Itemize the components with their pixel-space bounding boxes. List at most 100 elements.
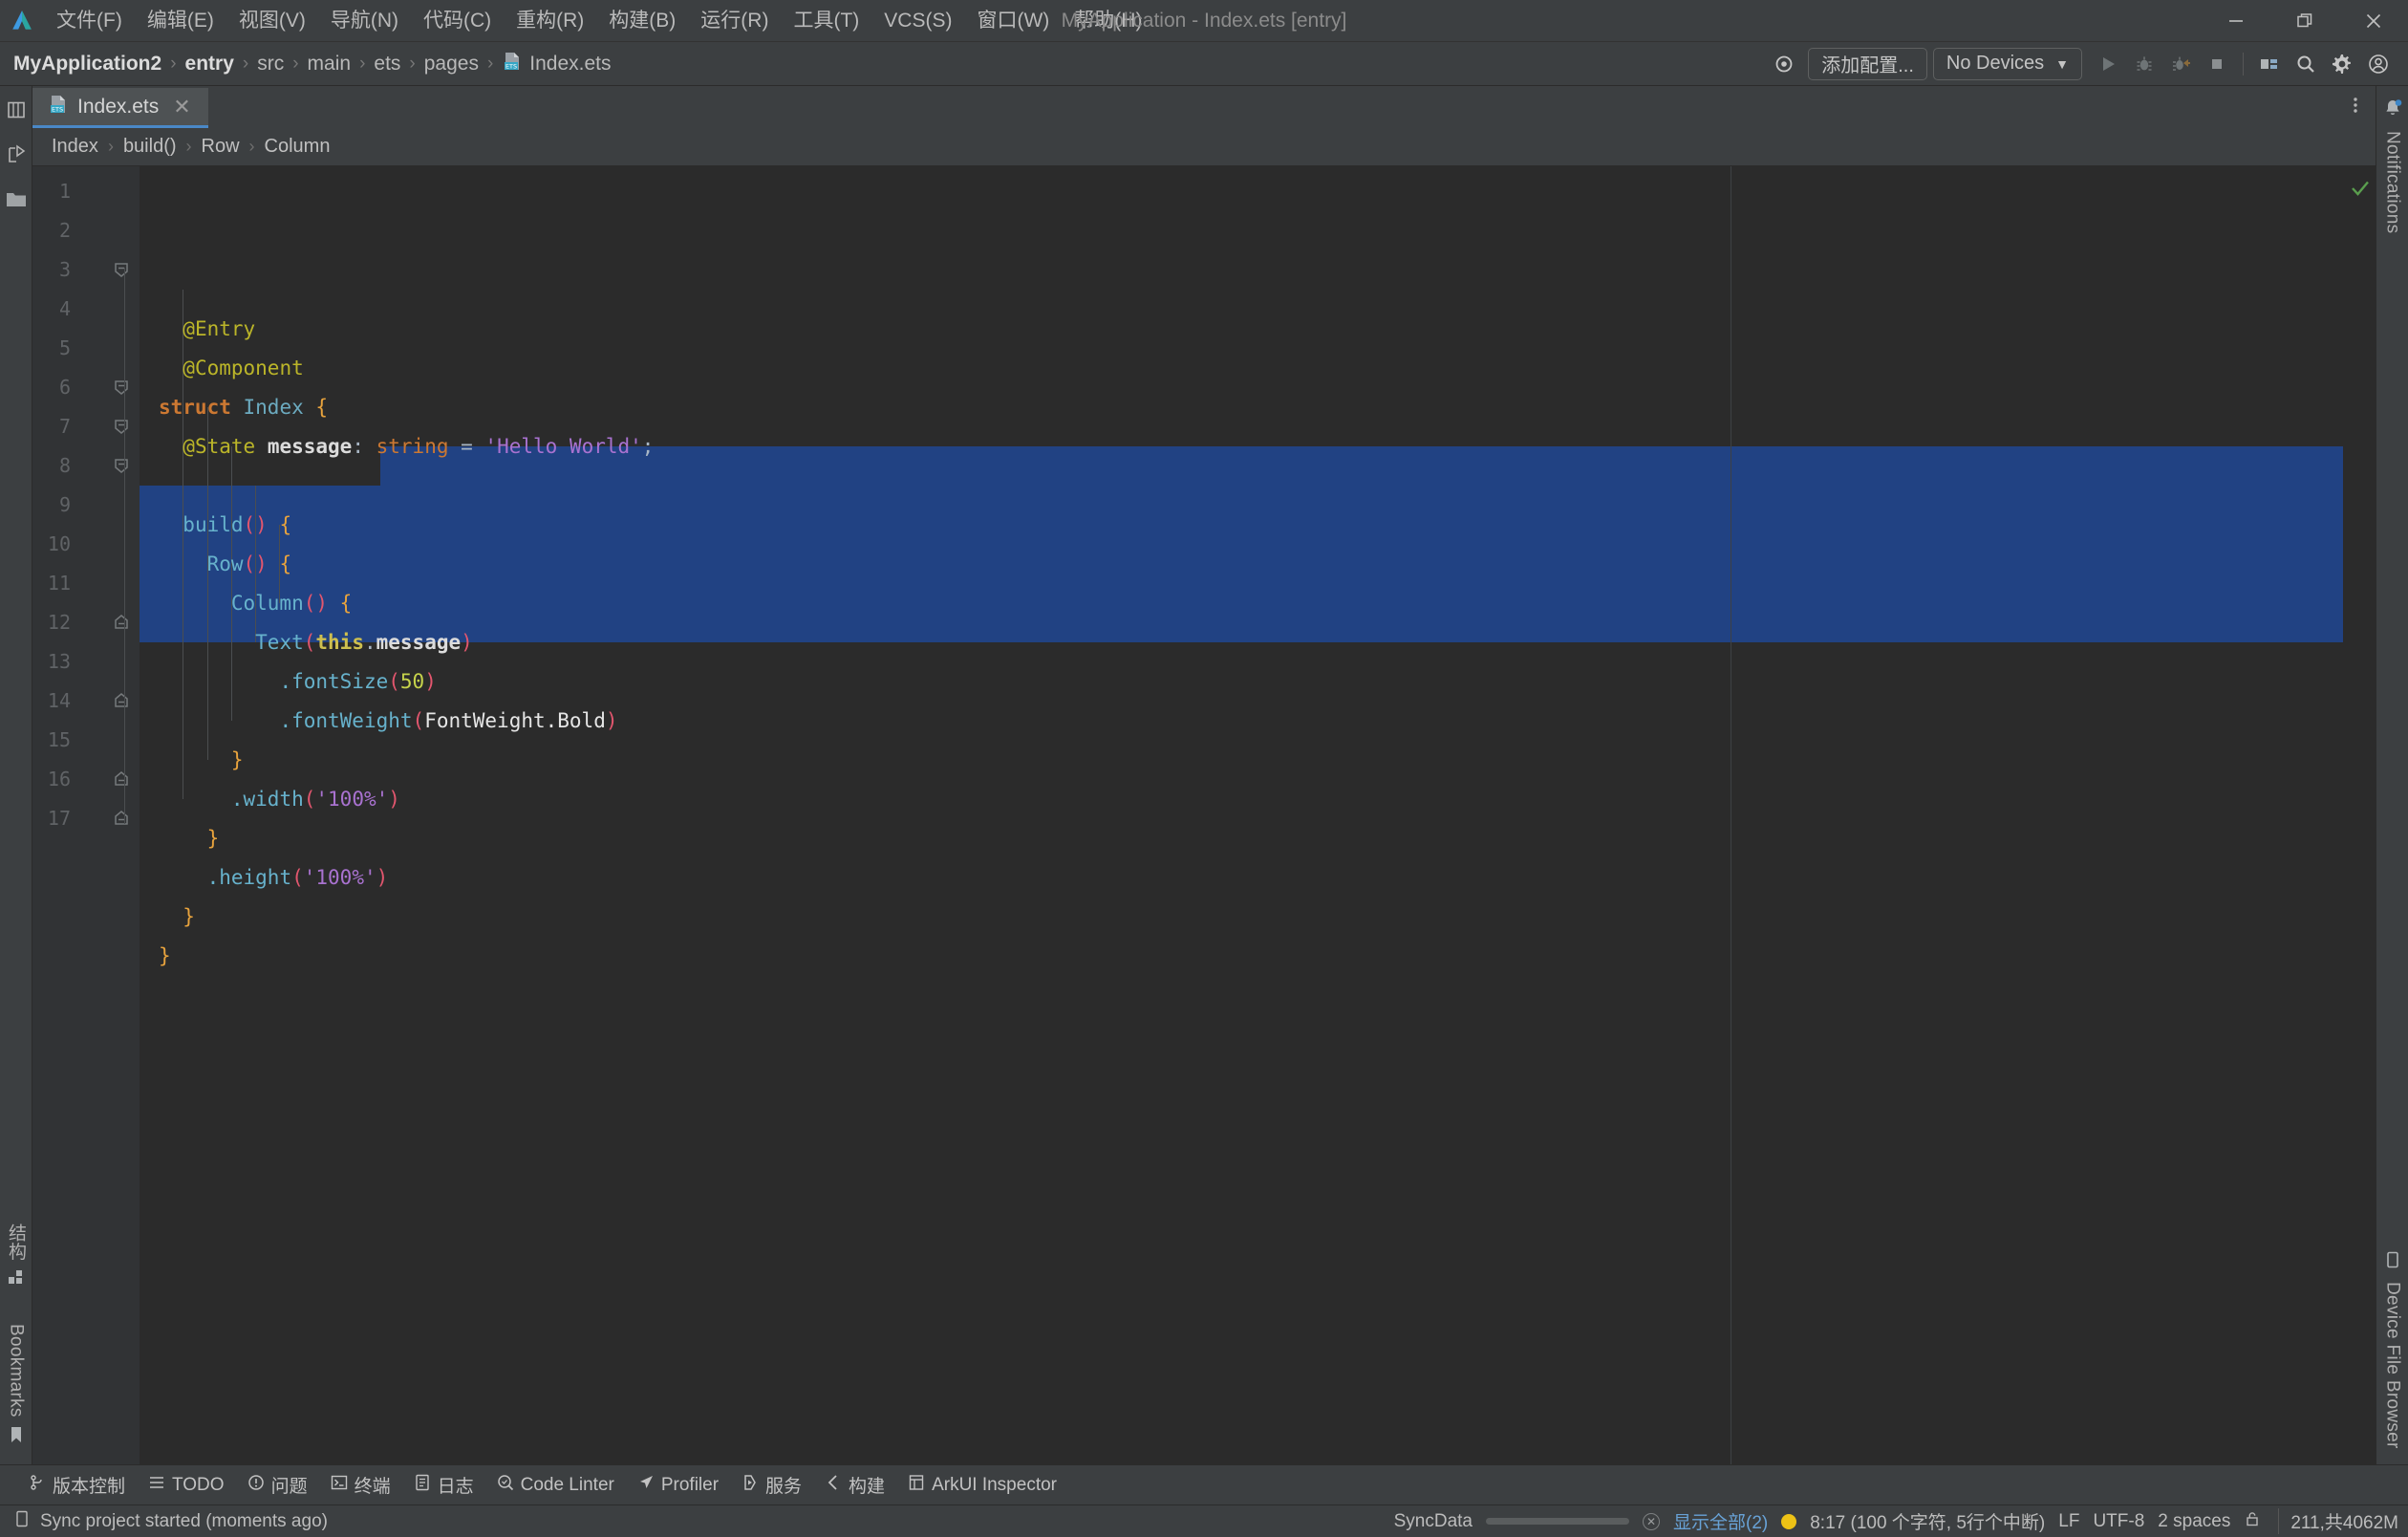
- device-selector[interactable]: No Devices ▼: [1933, 48, 2082, 80]
- breadcrumb-ets[interactable]: ets: [374, 53, 400, 76]
- sidebar-item-structure[interactable]: 结构: [3, 1223, 29, 1292]
- breadcrumb-separator: ›: [108, 137, 114, 157]
- menu-item-vcs[interactable]: VCS(S): [871, 7, 964, 34]
- target-device-icon[interactable]: [1766, 46, 1802, 82]
- inspection-ok-check-icon[interactable]: [2350, 178, 2371, 204]
- search-everywhere-icon[interactable]: [2288, 46, 2324, 82]
- code-content[interactable]: @Entry @Componentstruct Index { @State m…: [140, 166, 2343, 1464]
- attach-debugger-icon[interactable]: [2162, 46, 2199, 82]
- breadcrumb-entry[interactable]: entry: [185, 53, 234, 76]
- code-line[interactable]: Text(this.message): [140, 623, 2343, 662]
- file-encoding[interactable]: UTF-8: [2093, 1511, 2144, 1532]
- gear-icon[interactable]: [2324, 46, 2360, 82]
- maximize-restore-icon[interactable]: [2270, 0, 2339, 42]
- tool-window-todo[interactable]: TODO: [137, 1470, 236, 1501]
- debug-icon[interactable]: [2126, 46, 2162, 82]
- memory-indicator[interactable]: 211,共4062M: [2278, 1508, 2398, 1534]
- tool-window-log[interactable]: 日志: [402, 1468, 485, 1502]
- minimize-icon[interactable]: [2202, 0, 2270, 42]
- stop-icon[interactable]: [2199, 46, 2235, 82]
- code-line[interactable]: @Component: [140, 349, 2343, 388]
- close-icon[interactable]: ✕: [167, 97, 196, 118]
- sidebar-item-bookmarks[interactable]: Bookmarks: [6, 1324, 27, 1449]
- account-avatar-icon[interactable]: [2360, 46, 2397, 82]
- tool-window-problems[interactable]: 问题: [236, 1468, 319, 1502]
- breadcrumb-file[interactable]: Index.ets: [529, 53, 611, 76]
- menu-item-window[interactable]: 窗口(W): [964, 7, 1062, 34]
- code-token: [255, 435, 268, 458]
- run-icon[interactable]: [2090, 46, 2126, 82]
- sidebar-item-notifications[interactable]: Notifications: [2382, 97, 2403, 233]
- line-number-gutter[interactable]: 1234567891011121314151617: [32, 166, 140, 1464]
- code-line[interactable]: .fontSize(50): [140, 662, 2343, 702]
- error-marker-strip[interactable]: [2343, 166, 2376, 1464]
- commit-tool-icon[interactable]: [6, 144, 27, 170]
- tool-window-build[interactable]: 构建: [813, 1468, 896, 1502]
- breadcrumb-src[interactable]: src: [257, 53, 284, 76]
- close-icon[interactable]: [2339, 0, 2408, 42]
- tool-window-arkui-inspector[interactable]: ArkUI Inspector: [896, 1470, 1068, 1501]
- menu-item-edit[interactable]: 编辑(E): [135, 7, 226, 34]
- breadcrumb-main[interactable]: main: [308, 53, 352, 76]
- menu-item-refactor[interactable]: 重构(R): [504, 7, 596, 34]
- code-line[interactable]: Column() {: [140, 584, 2343, 623]
- code-line[interactable]: }: [140, 898, 2343, 937]
- menu-item-code[interactable]: 代码(C): [411, 7, 504, 34]
- project-tool-icon[interactable]: [6, 99, 27, 125]
- editor-tab-index-ets[interactable]: ETS Index.ets ✕: [32, 88, 208, 128]
- tool-window-label: 日志: [438, 1472, 474, 1498]
- code-line[interactable]: .width('100%'): [140, 780, 2343, 819]
- code-line[interactable]: @State message: string = 'Hello World';: [140, 427, 2343, 466]
- code-fold-close-icon[interactable]: [111, 690, 132, 711]
- code-breadcrumb-row[interactable]: Row: [202, 136, 240, 158]
- code-fold-close-icon[interactable]: [111, 768, 132, 790]
- code-fold-open-icon[interactable]: [111, 455, 132, 476]
- code-line[interactable]: }: [140, 819, 2343, 858]
- code-editor[interactable]: 1234567891011121314151617 @Entry @Compon…: [32, 166, 2376, 1464]
- project-structure-icon[interactable]: [2251, 46, 2288, 82]
- code-line[interactable]: Row() {: [140, 545, 2343, 584]
- caret-position[interactable]: 8:17 (100 个字符, 5行个中断): [1810, 1508, 2045, 1534]
- tool-window-terminal[interactable]: 终端: [319, 1468, 402, 1502]
- breadcrumb-project[interactable]: MyApplication2: [13, 53, 161, 76]
- menu-item-help[interactable]: 帮助(H): [1062, 7, 1154, 34]
- menu-item-view[interactable]: 视图(V): [226, 7, 318, 34]
- show-all-link[interactable]: 显示全部(2): [1673, 1508, 1768, 1534]
- cancel-icon[interactable]: ✕: [1643, 1513, 1660, 1530]
- menu-item-build[interactable]: 构建(B): [596, 7, 688, 34]
- read-only-lock-icon[interactable]: [2244, 1510, 2261, 1533]
- code-line[interactable]: .fontWeight(FontWeight.Bold): [140, 702, 2343, 741]
- more-options-icon[interactable]: [2345, 95, 2366, 120]
- sidebar-item-device-file-browser[interactable]: Device File Browser: [2382, 1250, 2403, 1449]
- indent-setting[interactable]: 2 spaces: [2158, 1511, 2230, 1532]
- code-line[interactable]: }: [140, 741, 2343, 780]
- tool-window-services[interactable]: 服务: [730, 1468, 813, 1502]
- code-fold-close-icon[interactable]: [111, 612, 132, 633]
- menu-item-navigate[interactable]: 导航(N): [318, 7, 411, 34]
- code-fold-open-icon[interactable]: [111, 416, 132, 437]
- event-log-icon[interactable]: [13, 1510, 31, 1533]
- code-fold-close-icon[interactable]: [111, 808, 132, 829]
- code-line[interactable]: [140, 466, 2343, 506]
- folder-icon[interactable]: [5, 189, 28, 215]
- breadcrumb-pages[interactable]: pages: [424, 53, 479, 76]
- code-fold-open-icon[interactable]: [111, 377, 132, 398]
- tool-window-version-control[interactable]: 版本控制: [17, 1468, 137, 1502]
- code-fold-open-icon[interactable]: [111, 259, 132, 280]
- warning-indicator-icon[interactable]: [1781, 1514, 1796, 1529]
- tool-window-profiler[interactable]: Profiler: [626, 1470, 730, 1501]
- code-line[interactable]: struct Index {: [140, 388, 2343, 427]
- code-line[interactable]: @Entry: [140, 310, 2343, 349]
- code-breadcrumb-index[interactable]: Index: [52, 136, 98, 158]
- menu-item-file[interactable]: 文件(F): [44, 7, 135, 34]
- code-breadcrumb-build[interactable]: build(): [123, 136, 177, 158]
- add-configuration-button[interactable]: 添加配置...: [1808, 48, 1927, 80]
- menu-item-tools[interactable]: 工具(T): [781, 7, 871, 34]
- code-line[interactable]: }: [140, 937, 2343, 976]
- code-line[interactable]: .height('100%'): [140, 858, 2343, 898]
- line-separator[interactable]: LF: [2058, 1511, 2079, 1532]
- tool-window-code-linter[interactable]: Code Linter: [485, 1470, 626, 1501]
- code-line[interactable]: build() {: [140, 506, 2343, 545]
- menu-item-run[interactable]: 运行(R): [688, 7, 781, 34]
- code-breadcrumb-column[interactable]: Column: [265, 136, 331, 158]
